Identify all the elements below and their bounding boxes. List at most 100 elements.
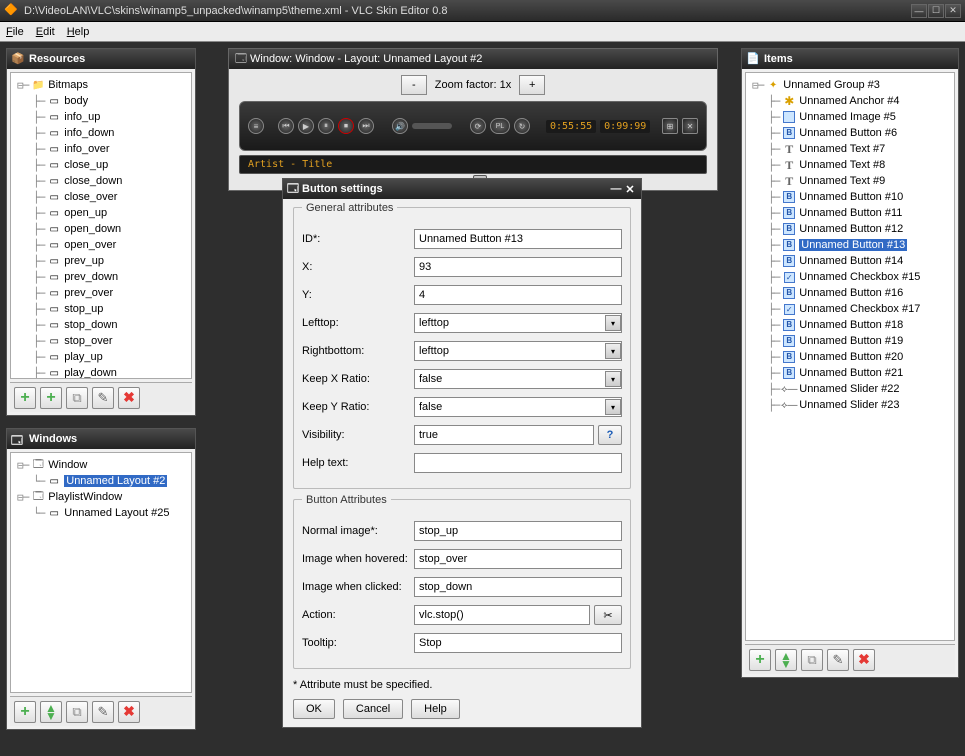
tree-item[interactable]: ├─BUnnamed Button #11 (750, 205, 950, 221)
delete-button[interactable]: ✖ (853, 649, 875, 671)
tree-item[interactable]: ├─BUnnamed Button #13 (750, 237, 950, 253)
tree-item[interactable]: ├─BUnnamed Button #19 (750, 333, 950, 349)
lefttop-select[interactable]: lefttop▾ (414, 313, 622, 333)
minimize-button[interactable]: — (911, 4, 927, 18)
tree-item[interactable]: ├─BUnnamed Button #12 (750, 221, 950, 237)
rightbottom-select[interactable]: lefttop▾ (414, 341, 622, 361)
tree-item[interactable]: ├─✱Unnamed Anchor #4 (750, 93, 950, 109)
tree-item-bitmap[interactable]: ├─▭open_down (15, 221, 187, 237)
menu-icon[interactable]: ≡ (248, 118, 264, 134)
tooltip-field[interactable] (414, 633, 622, 653)
tree-item-bitmap[interactable]: ├─▭close_over (15, 189, 187, 205)
edit-button[interactable]: ✎ (92, 701, 114, 723)
menu-edit[interactable]: Edit (36, 26, 55, 38)
tree-item-bitmap[interactable]: ├─▭stop_down (15, 317, 187, 333)
dialog-close-button[interactable]: ✕ (623, 183, 637, 196)
tree-item-bitmap[interactable]: ├─▭open_over (15, 237, 187, 253)
delete-button[interactable]: ✖ (118, 387, 140, 409)
maximize-button[interactable]: ☐ (928, 4, 944, 18)
tree-item[interactable]: ├─TUnnamed Text #9 (750, 173, 950, 189)
tree-item-bitmap[interactable]: ├─▭info_over (15, 141, 187, 157)
id-field[interactable] (414, 229, 622, 249)
edit-button[interactable]: ✎ (827, 649, 849, 671)
tree-item[interactable]: ├─✓Unnamed Checkbox #15 (750, 269, 950, 285)
windows-tree[interactable]: ⊟─🗔Window └─▭Unnamed Layout #2 ⊟─🗔Playli… (10, 452, 192, 693)
tree-item-bitmap[interactable]: ├─▭body (15, 93, 187, 109)
tree-item[interactable]: ├─⟡—Unnamed Slider #23 (750, 397, 950, 413)
tree-item[interactable]: ├─BUnnamed Button #16 (750, 285, 950, 301)
tree-item-bitmap[interactable]: ├─▭prev_down (15, 269, 187, 285)
tree-item[interactable]: ├─BUnnamed Button #20 (750, 349, 950, 365)
player-skin-preview[interactable]: ≡ ⏮ ▶ ⏸ ⏹ ⏭ 🔊 ⟳ PL ↻ (239, 101, 707, 151)
helptext-field[interactable] (414, 453, 622, 473)
prev-icon[interactable]: ⏮ (278, 118, 294, 134)
tree-item-bitmap[interactable]: ├─▭close_down (15, 173, 187, 189)
tree-item[interactable]: ├─BUnnamed Button #18 (750, 317, 950, 333)
tree-item-bitmap[interactable]: ├─▭play_up (15, 349, 187, 365)
volume-slider[interactable] (412, 123, 452, 129)
help-button[interactable]: Help (411, 699, 460, 719)
cancel-button[interactable]: Cancel (343, 699, 403, 719)
shuffle-icon[interactable]: ⟳ (470, 118, 486, 134)
pause-icon[interactable]: ⏸ (318, 118, 334, 134)
tree-root-bitmaps[interactable]: ⊟─📁Bitmaps (15, 77, 187, 93)
menu-help[interactable]: Help (67, 26, 90, 38)
items-tree[interactable]: ⊟─✦Unnamed Group #3 ├─✱Unnamed Anchor #4… (745, 72, 955, 641)
repeat-icon[interactable]: ↻ (514, 118, 530, 134)
eq-icon[interactable]: ⊞ (662, 118, 678, 134)
tree-item-layout25[interactable]: └─▭Unnamed Layout #25 (15, 505, 187, 521)
copy-button[interactable]: ⧉ (66, 387, 88, 409)
add-sub-button[interactable]: + (40, 387, 62, 409)
close-button[interactable]: ✕ (945, 4, 961, 18)
tree-item-bitmap[interactable]: ├─▭stop_over (15, 333, 187, 349)
tree-item-bitmap[interactable]: ├─▭close_up (15, 157, 187, 173)
tree-item-layout2[interactable]: └─▭Unnamed Layout #2 (15, 473, 187, 489)
tree-item[interactable]: ├─⟡—Unnamed Slider #22 (750, 381, 950, 397)
tree-item-bitmap[interactable]: ├─▭info_up (15, 109, 187, 125)
delete-button[interactable]: ✖ (118, 701, 140, 723)
tree-item[interactable]: ├─TUnnamed Text #8 (750, 157, 950, 173)
tree-item-bitmap[interactable]: ├─▭play_down (15, 365, 187, 379)
action-wizard-button[interactable]: ✂ (594, 605, 622, 625)
ok-button[interactable]: OK (293, 699, 335, 719)
keepx-select[interactable]: false▾ (414, 369, 622, 389)
menu-file[interactable]: File (6, 26, 24, 38)
tree-root-group[interactable]: ⊟─✦Unnamed Group #3 (750, 77, 950, 93)
visibility-help-button[interactable]: ? (598, 425, 622, 445)
visibility-field[interactable] (414, 425, 594, 445)
stop-icon[interactable]: ⏹ (338, 118, 354, 134)
tree-item-bitmap[interactable]: ├─▭prev_up (15, 253, 187, 269)
zoom-in-button[interactable]: + (519, 75, 545, 95)
tree-item-playlistwindow[interactable]: ⊟─🗔PlaylistWindow (15, 489, 187, 505)
normalimg-field[interactable] (414, 521, 622, 541)
copy-button[interactable]: ⧉ (66, 701, 88, 723)
add-button[interactable]: + (14, 701, 36, 723)
close-skin-icon[interactable]: ✕ (682, 118, 698, 134)
hoverimg-field[interactable] (414, 549, 622, 569)
tree-item[interactable]: ├─Unnamed Image #5 (750, 109, 950, 125)
tree-item[interactable]: ├─BUnnamed Button #21 (750, 365, 950, 381)
y-field[interactable] (414, 285, 622, 305)
add-button[interactable]: + (14, 387, 36, 409)
zoom-out-button[interactable]: - (401, 75, 427, 95)
tree-item[interactable]: ├─✓Unnamed Checkbox #17 (750, 301, 950, 317)
reorder-button[interactable]: ▲▼ (40, 701, 62, 723)
tree-item-bitmap[interactable]: ├─▭info_down (15, 125, 187, 141)
pl-icon[interactable]: PL (490, 118, 510, 134)
next-icon[interactable]: ⏭ (358, 118, 374, 134)
keepy-select[interactable]: false▾ (414, 397, 622, 417)
tree-item-bitmap[interactable]: ├─▭stop_up (15, 301, 187, 317)
dialog-min-button[interactable]: — (609, 183, 623, 195)
tree-item-bitmap[interactable]: ├─▭open_up (15, 205, 187, 221)
tree-item[interactable]: ├─BUnnamed Button #10 (750, 189, 950, 205)
tree-item-bitmap[interactable]: ├─▭prev_over (15, 285, 187, 301)
reorder-button[interactable]: ▲▼ (775, 649, 797, 671)
mute-icon[interactable]: 🔊 (392, 118, 408, 134)
tree-item[interactable]: ├─TUnnamed Text #7 (750, 141, 950, 157)
clickimg-field[interactable] (414, 577, 622, 597)
edit-button[interactable]: ✎ (92, 387, 114, 409)
copy-button[interactable]: ⧉ (801, 649, 823, 671)
x-field[interactable] (414, 257, 622, 277)
add-button[interactable]: + (749, 649, 771, 671)
play-icon[interactable]: ▶ (298, 118, 314, 134)
